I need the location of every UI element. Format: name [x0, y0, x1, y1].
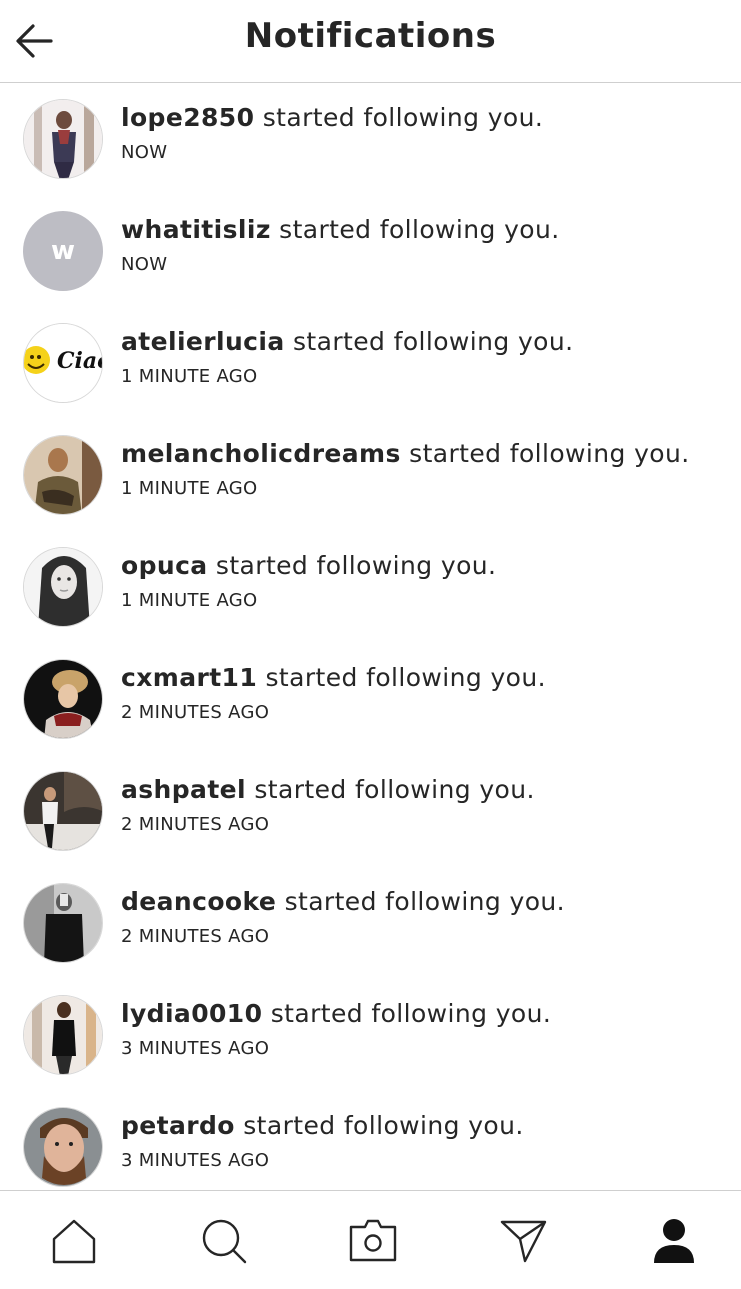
tab-profile[interactable]: [646, 1213, 702, 1269]
username-link[interactable]: opuca: [121, 551, 208, 580]
notification-message: started following you.: [293, 327, 574, 356]
notification-message: started following you.: [409, 439, 690, 468]
notification-text: deancooke started following you.: [121, 887, 565, 916]
avatar[interactable]: Ciao: [23, 323, 103, 403]
username-link[interactable]: whatitisliz: [121, 215, 271, 244]
notification-text: whatitisliz started following you.: [121, 215, 560, 244]
username-link[interactable]: atelierlucia: [121, 327, 285, 356]
avatar[interactable]: [23, 659, 103, 739]
notification-message: started following you.: [215, 551, 497, 580]
notification-text: lydia0010 started following you.: [121, 999, 551, 1028]
notification-text: petardo started following you.: [121, 1111, 524, 1140]
page-title: Notifications: [244, 16, 497, 56]
notification-text: cxmart11 started following you.: [121, 663, 546, 692]
timestamp: 3 MINUTES AGO: [121, 1150, 270, 1171]
timestamp: 2 MINUTES AGO: [121, 814, 270, 835]
notification-row[interactable]: petardo started following you. 3 MINUTES…: [0, 1091, 741, 1190]
notification-row[interactable]: Ciao atelierlucia started following you.…: [0, 307, 741, 419]
timestamp: 2 MINUTES AGO: [121, 702, 270, 723]
notification-message: started following you.: [254, 775, 535, 804]
notification-text: atelierlucia started following you.: [121, 327, 573, 356]
notification-row[interactable]: w whatitisliz started following you. NOW: [0, 195, 741, 307]
search-icon: [202, 1219, 247, 1264]
header-bar: Notifications: [0, 0, 741, 83]
timestamp: 3 MINUTES AGO: [121, 1038, 270, 1059]
timestamp: 1 MINUTE AGO: [121, 590, 258, 611]
notification-row[interactable]: opuca started following you. 1 MINUTE AG…: [0, 531, 741, 643]
profile-icon: [654, 1219, 694, 1263]
username-link[interactable]: deancooke: [121, 887, 276, 916]
timestamp: 1 MINUTE AGO: [121, 366, 258, 387]
avatar[interactable]: [23, 435, 103, 515]
notification-row[interactable]: deancooke started following you. 2 MINUT…: [0, 867, 741, 979]
notification-row[interactable]: melancholicdreams started following you.…: [0, 419, 741, 531]
notification-text: opuca started following you.: [121, 551, 496, 580]
username-link[interactable]: lydia0010: [121, 999, 262, 1028]
notification-message: started following you.: [279, 215, 560, 244]
notification-row[interactable]: cxmart11 started following you. 2 MINUTE…: [0, 643, 741, 755]
tab-direct[interactable]: [495, 1213, 551, 1269]
notification-list: lope2850 started following you. NOW w wh…: [0, 83, 741, 1190]
notification-message: started following you.: [284, 887, 566, 916]
avatar[interactable]: w: [23, 211, 103, 291]
notification-row[interactable]: lope2850 started following you. NOW: [0, 83, 741, 195]
notification-text: melancholicdreams started following you.: [121, 439, 690, 468]
avatar-logo-text: Ciao: [57, 348, 103, 374]
notification-row[interactable]: ashpatel started following you. 2 MINUTE…: [0, 755, 741, 867]
notification-message: started following you.: [270, 999, 552, 1028]
avatar[interactable]: [23, 1107, 103, 1187]
timestamp: NOW: [121, 254, 168, 275]
notification-message: started following you.: [265, 663, 546, 692]
timestamp: 2 MINUTES AGO: [121, 926, 270, 947]
camera-icon: [349, 1219, 397, 1262]
bottom-tab-bar: [0, 1190, 741, 1289]
tab-camera[interactable]: [345, 1213, 401, 1269]
username-link[interactable]: cxmart11: [121, 663, 257, 692]
avatar[interactable]: [23, 771, 103, 851]
notification-row[interactable]: lydia0010 started following you. 3 MINUT…: [0, 979, 741, 1091]
avatar-initial: w: [50, 236, 76, 266]
tab-home[interactable]: [46, 1213, 102, 1269]
username-link[interactable]: petardo: [121, 1111, 235, 1140]
send-icon: [500, 1220, 547, 1263]
avatar[interactable]: [23, 99, 103, 179]
notification-message: started following you.: [262, 103, 544, 132]
username-link[interactable]: lope2850: [121, 103, 254, 132]
timestamp: NOW: [121, 142, 168, 163]
username-link[interactable]: ashpatel: [121, 775, 246, 804]
notification-text: ashpatel started following you.: [121, 775, 535, 804]
username-link[interactable]: melancholicdreams: [121, 439, 401, 468]
avatar[interactable]: [23, 883, 103, 963]
notification-text: lope2850 started following you.: [121, 103, 543, 132]
avatar[interactable]: [23, 547, 103, 627]
notification-message: started following you.: [243, 1111, 524, 1140]
timestamp: 1 MINUTE AGO: [121, 478, 258, 499]
home-icon: [52, 1219, 96, 1264]
avatar[interactable]: [23, 995, 103, 1075]
tab-search[interactable]: [196, 1213, 252, 1269]
